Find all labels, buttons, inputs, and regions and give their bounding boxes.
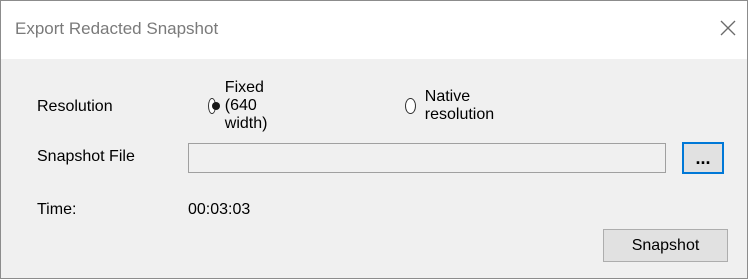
snapshot-file-input[interactable] xyxy=(188,143,666,173)
browse-button[interactable]: ... xyxy=(682,142,724,174)
radio-native-label[interactable]: Native resolution xyxy=(425,88,500,124)
radio-fixed-label[interactable]: Fixed (640 width) xyxy=(225,79,276,133)
export-snapshot-dialog: Export Redacted Snapshot Resolution Fixe… xyxy=(0,0,748,279)
time-value: 00:03:03 xyxy=(188,201,251,218)
snapshot-button[interactable]: Snapshot xyxy=(603,229,728,262)
resolution-label: Resolution xyxy=(37,98,113,115)
snapshot-file-label: Snapshot File xyxy=(37,148,135,165)
radio-native-resolution[interactable]: Native resolution xyxy=(405,88,499,123)
title-bar: Export Redacted Snapshot xyxy=(1,1,747,59)
close-button[interactable] xyxy=(713,13,743,43)
radio-fixed-640[interactable]: Fixed (640 width) xyxy=(208,79,276,132)
radio-fixed-circle[interactable] xyxy=(208,98,220,114)
close-icon xyxy=(720,20,736,36)
radio-native-circle[interactable] xyxy=(405,98,416,114)
time-label: Time: xyxy=(37,201,77,218)
dialog-title: Export Redacted Snapshot xyxy=(15,19,219,38)
